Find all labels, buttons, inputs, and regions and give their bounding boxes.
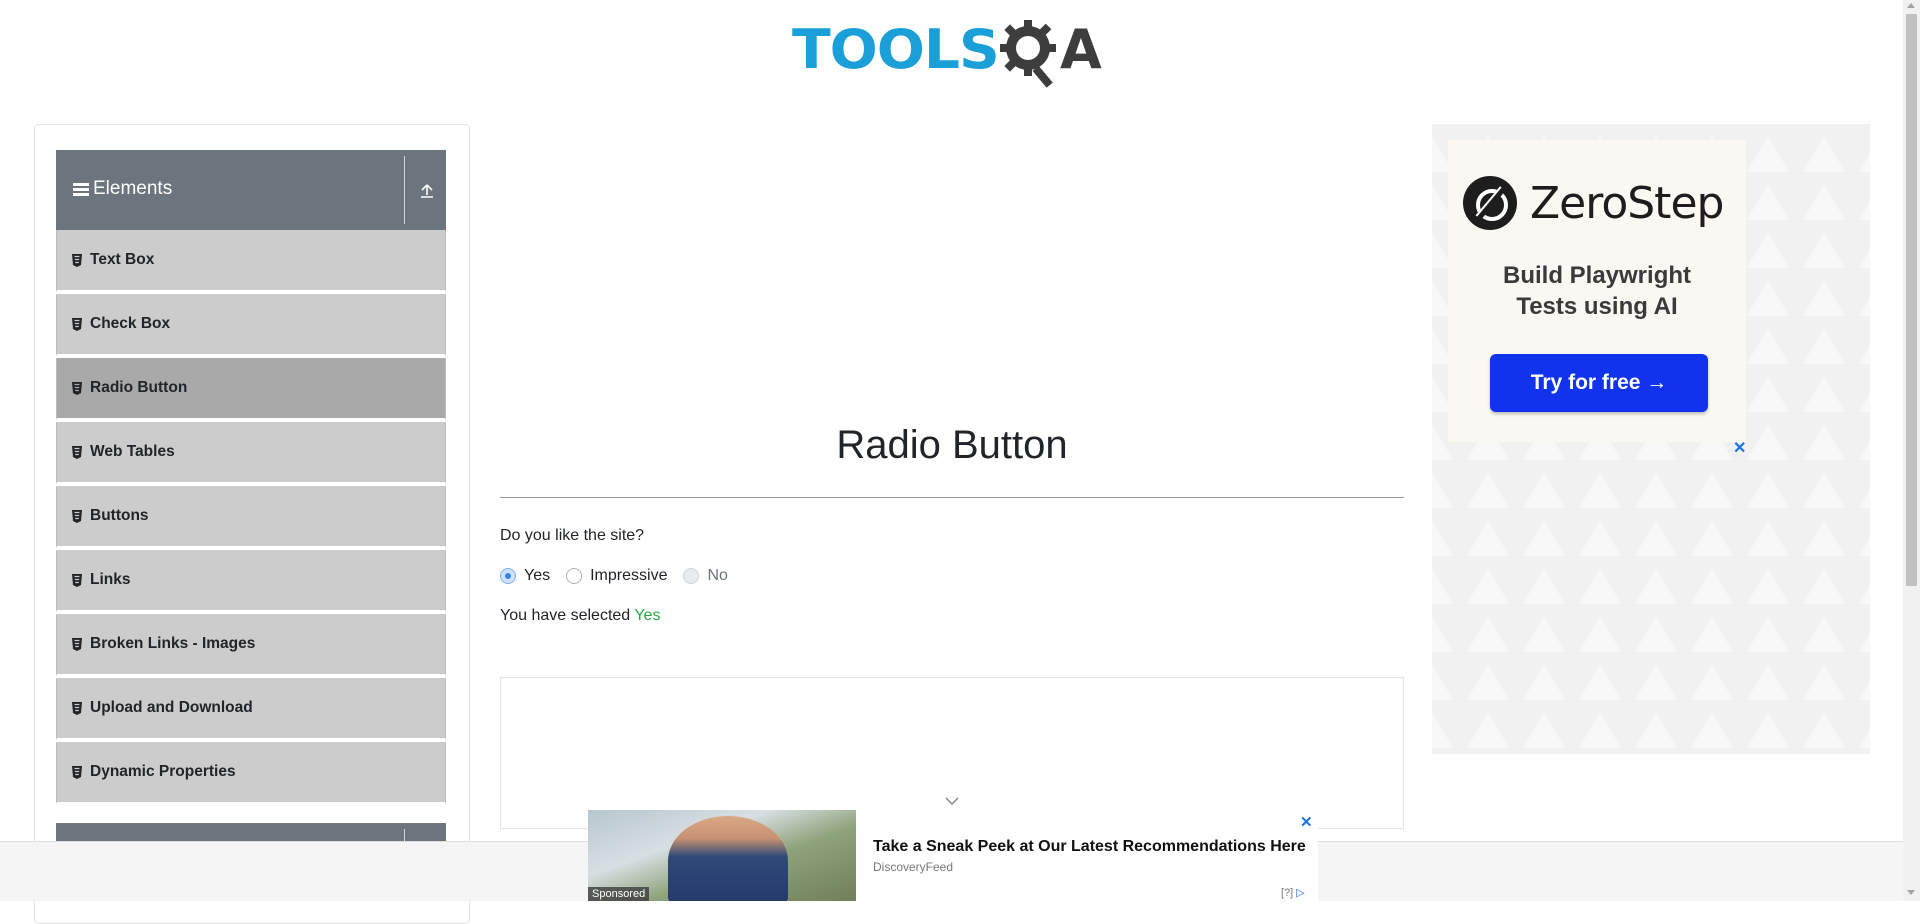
adchoices-icon[interactable]: [?] ▷ <box>1281 886 1305 899</box>
zerostep-logo-icon <box>1463 176 1517 230</box>
html5-icon <box>72 446 82 459</box>
sidebar-item-label: Dynamic Properties <box>90 763 236 780</box>
radio-no-label: No <box>707 567 728 584</box>
html5-icon <box>72 318 82 331</box>
toolsqa-logo[interactable]: TOOLS A <box>792 14 1116 90</box>
sidebar-item-check-box[interactable]: Check Box <box>56 294 446 356</box>
logo-text-tools: TOOLS <box>792 18 1000 81</box>
scrollbar-thumb[interactable] <box>1906 14 1917 586</box>
sidebar-item-links[interactable]: Links <box>56 550 446 612</box>
ad-photo-person <box>668 816 788 901</box>
radio-no-input <box>683 568 700 584</box>
bottom-sponsored-ad[interactable]: Sponsored Take a Sneak Peek at Our Lates… <box>588 810 1318 901</box>
radio-yes[interactable]: Yes <box>500 567 550 585</box>
ad-photo[interactable]: Sponsored <box>588 810 856 901</box>
ad-source: DiscoveryFeed <box>873 860 954 874</box>
chevron-down-icon[interactable] <box>944 796 960 806</box>
result-prefix: You have selected <box>500 607 631 624</box>
html5-icon <box>72 766 82 779</box>
html5-icon <box>72 702 82 715</box>
close-ad-icon[interactable]: ✕ <box>1733 438 1746 458</box>
result-value: Yes <box>634 607 661 624</box>
sidebar-item-upload-download[interactable]: Upload and Download <box>56 678 446 740</box>
title-divider <box>500 497 1404 498</box>
ad-headline[interactable]: Take a Sneak Peek at Our Latest Recommen… <box>873 838 1306 856</box>
sidebar-item-label: Web Tables <box>90 443 175 460</box>
group-title: Elements <box>93 178 173 199</box>
sidebar-item-label: Upload and Download <box>90 699 253 716</box>
sidebar-item-broken-links[interactable]: Broken Links - Images <box>56 614 446 676</box>
page-title: Radio Button <box>836 423 1068 467</box>
sponsored-label: Sponsored <box>588 887 650 901</box>
sidebar-item-label: Radio Button <box>90 379 188 396</box>
question-text: Do you like the site? <box>500 527 645 544</box>
radio-no: No <box>683 567 728 585</box>
sidebar-item-label: Check Box <box>90 315 171 332</box>
zerostep-tagline: Build Playwright Tests using AI <box>1448 260 1746 322</box>
sidebar-item-text-box[interactable]: Text Box <box>56 230 446 292</box>
html5-icon <box>72 254 82 267</box>
group-header-elements[interactable]: Elements <box>56 150 446 230</box>
mid-ad-slot <box>500 677 1404 829</box>
header-divider <box>404 156 405 224</box>
radio-impressive-label[interactable]: Impressive <box>590 567 667 585</box>
radio-impressive-input[interactable] <box>566 568 583 584</box>
sidebar-item-radio-button[interactable]: Radio Button <box>56 358 446 420</box>
hamburger-icon <box>73 183 89 196</box>
html5-icon <box>72 638 82 651</box>
sidebar-item-label: Links <box>90 571 131 588</box>
scroll-down-icon[interactable] <box>1907 890 1915 895</box>
sidebar-item-web-tables[interactable]: Web Tables <box>56 422 446 484</box>
selection-result: You have selected Yes <box>500 607 660 625</box>
zerostep-brand: ZeroStep <box>1530 178 1724 229</box>
gear-magnifier-icon <box>1000 20 1056 88</box>
left-sidebar: Elements Text Box Check Box Radio Button… <box>34 124 470 924</box>
top-ad-slot <box>500 124 1404 374</box>
tagline-line-2: Tests using AI <box>1516 293 1678 320</box>
logo-text-a: A <box>1060 18 1102 81</box>
tagline-line-1: Build Playwright <box>1502 262 1691 289</box>
right-ad[interactable]: ZeroStep Build Playwright Tests using AI… <box>1432 124 1870 754</box>
radio-impressive[interactable]: Impressive <box>566 567 667 585</box>
elements-menu: Text Box Check Box Radio Button Web Tabl… <box>56 230 446 806</box>
close-ad-icon[interactable]: ✕ <box>1300 813 1313 831</box>
radio-yes-input[interactable] <box>500 568 516 584</box>
scroll-up-icon[interactable] <box>1907 3 1915 8</box>
html5-icon <box>72 382 82 395</box>
page-scrollbar[interactable] <box>1903 0 1920 901</box>
radio-group: Yes Impressive No <box>500 566 744 586</box>
sidebar-item-label: Broken Links - Images <box>90 635 256 652</box>
site-header: TOOLS A <box>0 0 1900 100</box>
adchoices-label: [?] <box>1281 887 1294 899</box>
html5-icon <box>72 574 82 587</box>
sidebar-item-label: Text Box <box>90 251 155 268</box>
sidebar-item-dynamic-properties[interactable]: Dynamic Properties <box>56 742 446 804</box>
collapse-up-icon[interactable] <box>418 182 436 200</box>
sidebar-item-label: Buttons <box>90 507 149 524</box>
sidebar-item-buttons[interactable]: Buttons <box>56 486 446 548</box>
zerostep-ad-card[interactable]: ZeroStep Build Playwright Tests using AI… <box>1448 140 1746 442</box>
html5-icon <box>72 510 82 523</box>
try-for-free-button[interactable]: Try for free → <box>1490 354 1708 412</box>
radio-yes-label[interactable]: Yes <box>524 567 550 585</box>
